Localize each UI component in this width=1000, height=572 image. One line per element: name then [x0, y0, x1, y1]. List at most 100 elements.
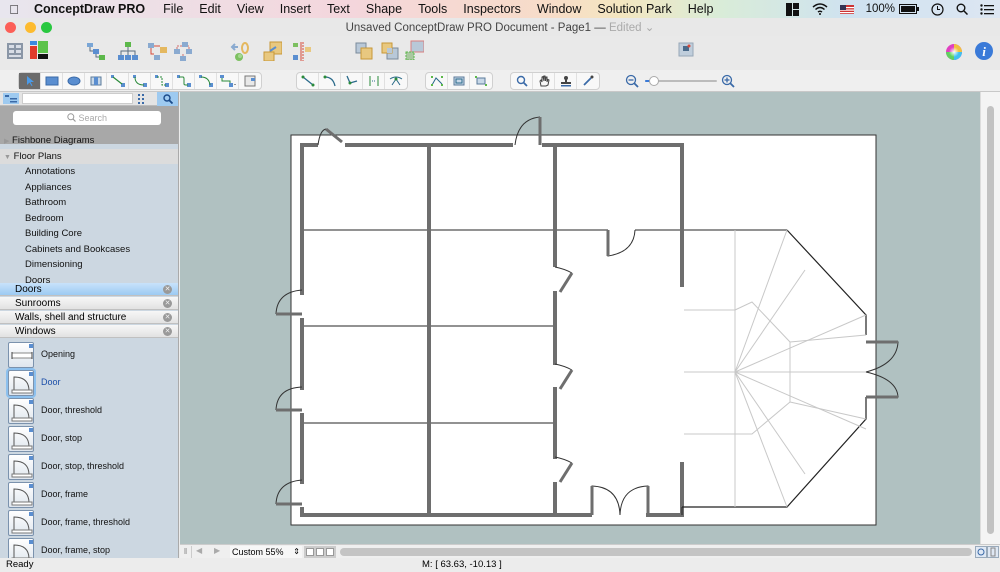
vertical-scrollbar[interactable]: [980, 92, 1000, 544]
library-search-input[interactable]: Search: [13, 111, 161, 125]
flow-layout-icon[interactable]: [148, 42, 168, 62]
info-icon[interactable]: i: [974, 41, 994, 61]
resize-shape-button[interactable]: [470, 73, 492, 89]
chain-layout-icon[interactable]: [86, 42, 106, 62]
container-tool-button[interactable]: [239, 73, 261, 89]
tree-item-annotations[interactable]: Annotations: [0, 164, 178, 180]
close-library-icon[interactable]: ✕: [163, 299, 172, 308]
vertical-scroll-thumb[interactable]: [987, 106, 994, 534]
tree-item-floor-plans[interactable]: ▼ Floor Plans: [0, 148, 178, 164]
align-distribute-icon[interactable]: [292, 41, 312, 61]
smart-connector-button[interactable]: [151, 73, 173, 89]
split-view-handle[interactable]: ‖: [180, 546, 192, 558]
zoom-slider-handle[interactable]: [648, 76, 659, 86]
menu-solution-park[interactable]: Solution Park: [589, 2, 679, 16]
chain-connector-button[interactable]: [217, 73, 239, 89]
menu-insert[interactable]: Insert: [272, 2, 319, 16]
library-tab-sunrooms[interactable]: Sunrooms ✕: [0, 297, 178, 310]
round-connector-button[interactable]: [173, 73, 195, 89]
tree-item-bathroom[interactable]: Bathroom: [0, 195, 178, 211]
org-layout-icon[interactable]: [174, 42, 194, 62]
shape-item[interactable]: Door, frame, stop: [0, 537, 178, 558]
horizontal-scrollbar[interactable]: [340, 548, 972, 556]
zoom-tool-button[interactable]: [511, 73, 533, 89]
library-tab-windows[interactable]: Windows ✕: [0, 325, 178, 338]
tree-item-appliances[interactable]: Appliances: [0, 180, 178, 196]
menu-inspectors[interactable]: Inspectors: [455, 2, 529, 16]
edit-points-button[interactable]: [426, 73, 448, 89]
connect-shapes-icon[interactable]: [230, 41, 250, 61]
zoom-in-icon[interactable]: [721, 74, 735, 88]
shape-item[interactable]: Door, frame: [0, 481, 178, 509]
insert-shape-icon[interactable]: [262, 41, 282, 61]
wifi-icon[interactable]: [812, 3, 828, 15]
page-thumbnails-button[interactable]: [304, 546, 336, 558]
tree-view-icon[interactable]: [3, 93, 19, 104]
fit-page-icon[interactable]: [975, 546, 987, 558]
zoom-out-icon[interactable]: [625, 74, 639, 88]
spotlight-search-icon[interactable]: [956, 3, 968, 15]
hand-tool-button[interactable]: [533, 73, 555, 89]
clock-icon[interactable]: [931, 2, 944, 16]
tree-item-building-core[interactable]: Building Core: [0, 226, 178, 242]
notification-center-icon[interactable]: [980, 3, 994, 15]
color-picker-icon[interactable]: [944, 42, 964, 62]
shape-item[interactable]: Door, stop: [0, 425, 178, 453]
freehand-tool-button[interactable]: [385, 73, 407, 89]
close-library-icon[interactable]: ✕: [163, 327, 172, 336]
rectangle-tool-button[interactable]: [41, 73, 63, 89]
library-tab-walls[interactable]: Walls, shell and structure ✕: [0, 311, 178, 324]
app-status-icon[interactable]: [785, 2, 800, 16]
tree-item-bedroom[interactable]: Bedroom: [0, 211, 178, 227]
line-tool-button[interactable]: [297, 73, 319, 89]
next-page-button[interactable]: ▶: [214, 546, 220, 555]
stamp-tool-button[interactable]: [555, 73, 577, 89]
shape-item[interactable]: Door: [0, 369, 178, 397]
library-tab-doors[interactable]: Doors ✕: [0, 283, 178, 296]
close-library-icon[interactable]: ✕: [163, 313, 172, 322]
flag-us-icon[interactable]: [839, 4, 854, 14]
menu-app-name[interactable]: ConceptDraw PRO: [28, 2, 155, 16]
shape-item[interactable]: Door, threshold: [0, 397, 178, 425]
bring-to-front-icon[interactable]: [354, 41, 374, 61]
tree-item-cabinets-bookcases[interactable]: Cabinets and Bookcases: [0, 242, 178, 258]
disclosure-down-icon[interactable]: ▼: [4, 154, 11, 161]
drawing-canvas[interactable]: [180, 92, 980, 544]
layout-grid-icon[interactable]: [6, 42, 26, 62]
bezier-tool-button[interactable]: [341, 73, 363, 89]
search-mode-button[interactable]: [157, 92, 178, 106]
polyline-tool-button[interactable]: [363, 73, 385, 89]
curve-connector-button[interactable]: [195, 73, 217, 89]
tree-item-dimensioning[interactable]: Dimensioning: [0, 257, 178, 273]
grid-view-icon[interactable]: [138, 94, 148, 104]
direct-connector-button[interactable]: [107, 73, 129, 89]
text-box-tool-button[interactable]: [85, 73, 107, 89]
tree-layout-icon[interactable]: [118, 42, 138, 62]
shape-item[interactable]: Opening: [0, 341, 178, 369]
arc-tool-button[interactable]: [319, 73, 341, 89]
tree-item-fishbone-diagrams[interactable]: ▶ Fishbone Diagrams: [0, 133, 178, 149]
eyedropper-tool-button[interactable]: [577, 73, 599, 89]
shape-item[interactable]: Door, frame, threshold: [0, 509, 178, 537]
group-shapes-icon[interactable]: [404, 40, 424, 60]
menu-window[interactable]: Window: [529, 2, 589, 16]
floor-plan[interactable]: [180, 92, 980, 544]
close-library-icon[interactable]: ✕: [163, 285, 172, 294]
ellipse-tool-button[interactable]: [63, 73, 85, 89]
page-view-icon[interactable]: [987, 546, 999, 558]
zoom-slider-track[interactable]: [645, 76, 717, 86]
menu-edit[interactable]: Edit: [191, 2, 229, 16]
menu-text[interactable]: Text: [319, 2, 358, 16]
menu-tools[interactable]: Tools: [410, 2, 455, 16]
crop-shape-button[interactable]: [448, 73, 470, 89]
zoom-select[interactable]: Custom 55% ⇕: [230, 546, 302, 558]
presentation-icon[interactable]: [678, 42, 698, 62]
shape-item[interactable]: Door, stop, threshold: [0, 453, 178, 481]
edited-status[interactable]: Edited: [609, 22, 642, 34]
apple-menu-icon[interactable]: : [0, 2, 28, 17]
menu-help[interactable]: Help: [680, 2, 722, 16]
previous-page-button[interactable]: ◀: [196, 546, 202, 555]
solution-browser-icon[interactable]: [30, 41, 50, 61]
disclosure-right-icon[interactable]: ▶: [4, 138, 9, 145]
menu-view[interactable]: View: [229, 2, 272, 16]
